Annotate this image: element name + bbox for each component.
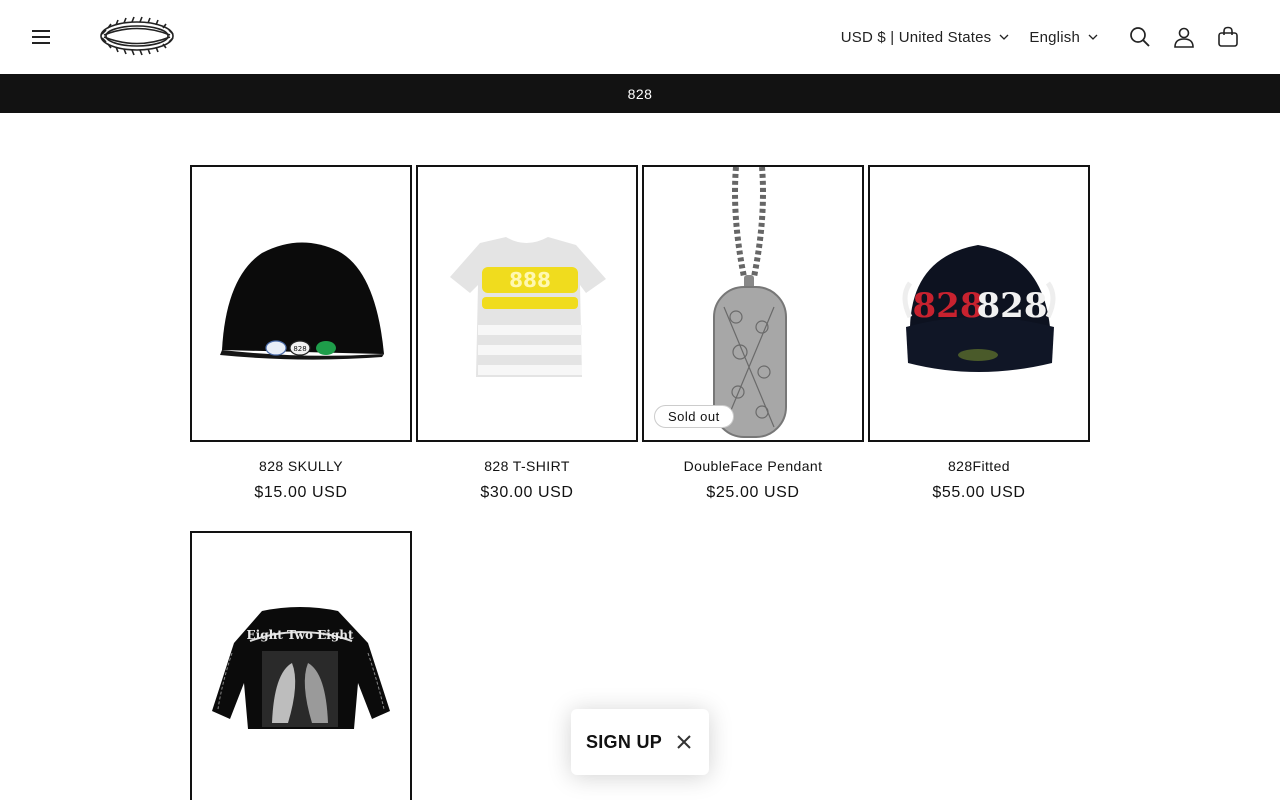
- product-price: $25.00 USD: [706, 484, 800, 501]
- currency-selector-label: USD $ | United States: [840, 28, 992, 46]
- signup-button[interactable]: SIGN UP: [586, 732, 662, 753]
- product-title[interactable]: 828 T-SHIRT: [416, 458, 638, 474]
- product-image-grey-tshirt[interactable]: 888: [416, 165, 638, 442]
- language-selector[interactable]: English: [1029, 29, 1098, 46]
- svg-text:828: 828: [913, 286, 984, 326]
- svg-text:828: 828: [293, 345, 306, 353]
- brand-logo[interactable]: [96, 14, 178, 58]
- chevron-down-icon: [1088, 34, 1098, 40]
- svg-text:Eight Two Eight: Eight Two Eight: [246, 628, 353, 642]
- product-image-black-beanie[interactable]: 828: [190, 165, 412, 442]
- announcement-text: 828: [627, 85, 653, 102]
- cart-icon[interactable]: [1206, 15, 1250, 59]
- product-card[interactable]: 828 828 SKULLY $15.00 USD: [190, 165, 412, 502]
- svg-text:888: 888: [509, 268, 551, 292]
- product-price: $55.00 USD: [932, 484, 1026, 501]
- product-price: $30.00 USD: [480, 484, 574, 501]
- announcement-bar: 828: [0, 74, 1280, 113]
- product-title[interactable]: 828Fitted: [868, 458, 1090, 474]
- product-title[interactable]: 828 SKULLY: [190, 458, 412, 474]
- product-title[interactable]: DoubleFace Pendant: [642, 458, 864, 474]
- search-icon[interactable]: [1118, 15, 1162, 59]
- svg-text:828: 828: [977, 286, 1048, 326]
- currency-selector[interactable]: USD $ | United States: [841, 29, 1010, 46]
- chevron-down-icon: [999, 34, 1009, 40]
- product-image-black-longsleeve[interactable]: Eight Two Eight: [190, 531, 412, 800]
- site-header: USD $ | United States English: [0, 0, 1280, 74]
- close-icon[interactable]: [674, 732, 694, 752]
- account-icon[interactable]: [1162, 15, 1206, 59]
- sold-out-badge: Sold out: [654, 405, 734, 428]
- product-image-fitted-cap[interactable]: 828 828: [868, 165, 1090, 442]
- product-card[interactable]: Eight Two Eight: [190, 531, 412, 800]
- product-card[interactable]: 888 828 T-SHIRT $30.00 USD: [416, 165, 638, 502]
- product-card[interactable]: Sold out DoubleFace Pendant $25.00 USD: [642, 165, 864, 502]
- language-selector-label: English: [1029, 28, 1080, 46]
- product-image-silver-pendant[interactable]: Sold out: [642, 165, 864, 442]
- signup-popup: SIGN UP: [571, 709, 709, 775]
- hamburger-menu-icon[interactable]: [28, 24, 56, 50]
- product-card[interactable]: 828 828 828Fitted $55.00 USD: [868, 165, 1090, 502]
- product-price: $15.00 USD: [254, 484, 348, 501]
